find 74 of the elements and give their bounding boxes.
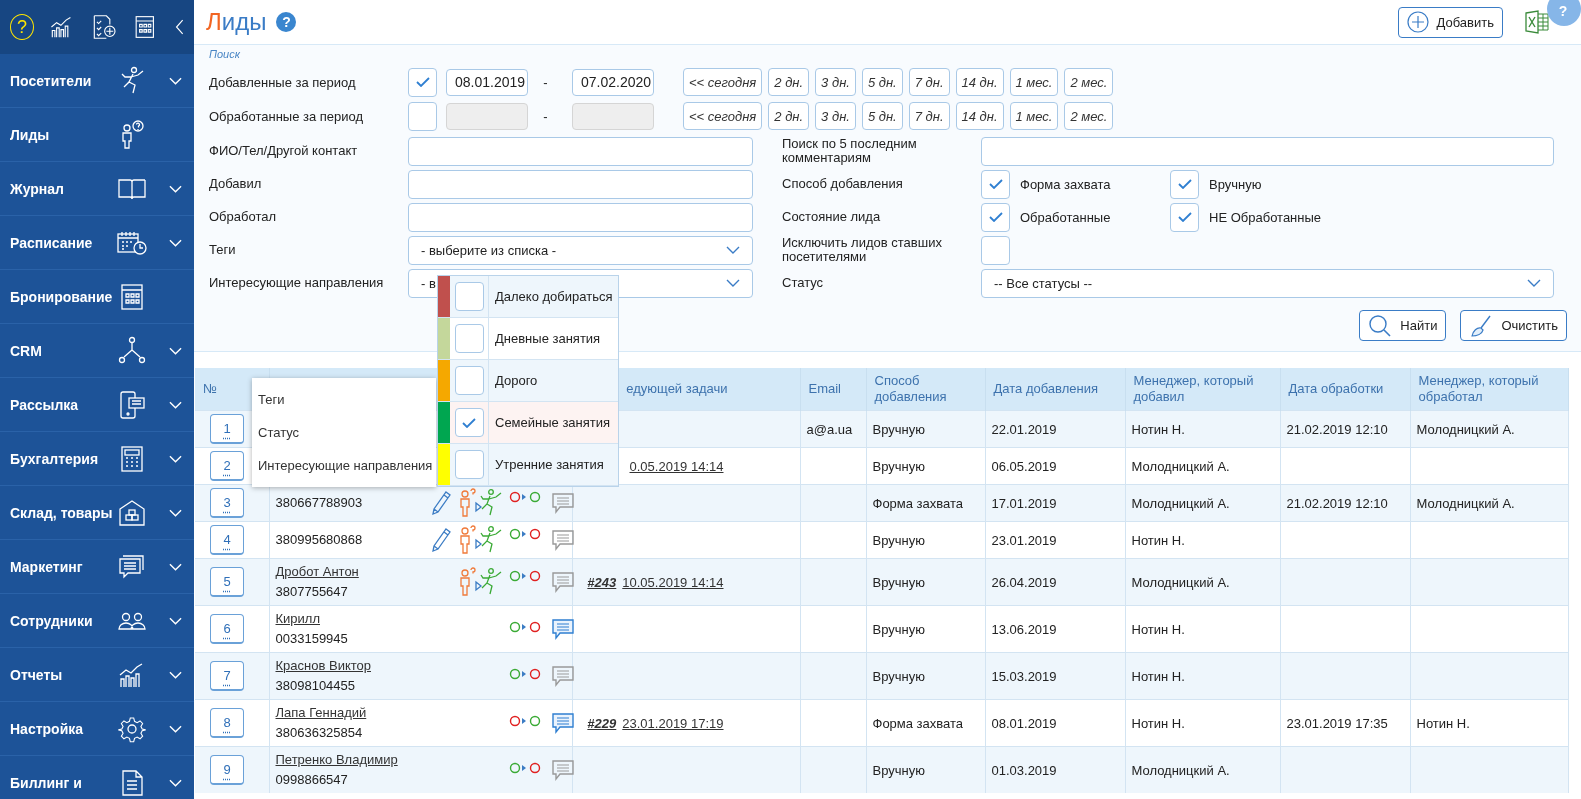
page-title: Лиды [206, 8, 267, 36]
table-cell: 23.01.2019 [991, 532, 1057, 548]
field-label: Состояние лида [782, 209, 882, 225]
table-cell: Молодницкий А. [1416, 495, 1515, 511]
table-cell: Нотин Н. [1131, 715, 1185, 731]
field-label: Теги [209, 242, 237, 258]
table-cell: 22.01.2019 [991, 421, 1057, 437]
table-cell: Молодницкий А. [1131, 574, 1230, 590]
table-cell: 26.04.2019 [991, 574, 1057, 590]
field-label: Способ добавления [782, 176, 904, 192]
table-cell: Молодницкий А. [1416, 421, 1515, 437]
option-label: Семейные занятия [494, 414, 611, 432]
option-label: Далеко добираться [494, 288, 613, 306]
table-cell: Молодницкий А. [1131, 495, 1230, 511]
table-cell: 13.06.2019 [991, 621, 1057, 637]
column-header: Email [808, 381, 841, 396]
table-cell: 17.01.2019 [991, 495, 1057, 511]
column-header: Дата обработки [1288, 381, 1384, 396]
table-cell: Нотин Н. [1131, 668, 1185, 684]
table-cell: Вручную [872, 574, 925, 590]
phone-number: 38098104455 [275, 677, 357, 695]
option-label: Утренние занятия [494, 456, 604, 474]
phone-number: 380667788903 [275, 494, 364, 512]
panel-title: Поиск [209, 48, 241, 62]
table-cell: 01.03.2019 [991, 762, 1057, 778]
table-cell: Форма захвата [872, 495, 964, 511]
checkbox-label: НЕ Обработанные [1209, 209, 1322, 225]
field-label: Добавил [209, 176, 263, 192]
field-label: ФИО/Тел/Другой контакт [209, 143, 359, 159]
phone-number: 3807755647 [275, 583, 349, 601]
table-cell: 08.01.2019 [991, 715, 1057, 731]
table-cell: Вручную [872, 532, 925, 548]
checkbox-label: Вручную [1209, 176, 1262, 192]
column-header: едующей задачи [626, 381, 728, 396]
field-label: Исключить лидов ставших посетителями [782, 235, 943, 265]
table-cell: Форма захвата [872, 715, 964, 731]
field-label: Добавленные за период [209, 74, 357, 90]
table-cell: Молодницкий А. [1131, 762, 1230, 778]
table-cell: Вручную [872, 762, 925, 778]
table-cell: Вручную [872, 621, 925, 637]
table-cell: a@a.ua [806, 421, 853, 437]
checkbox-label: Обработанные [1020, 209, 1111, 225]
dash: - [542, 74, 549, 90]
field-label: Интересующие направления [209, 275, 385, 291]
table-cell: Вручную [872, 668, 925, 684]
table-cell: Молодницкий А. [1131, 458, 1230, 474]
table-cell: 23.01.2019 17:35 [1286, 715, 1388, 731]
column-header: Менеджер, который добавил [1133, 373, 1254, 404]
phone-number: 0998866547 [275, 771, 349, 789]
option-label: Дневные занятия [494, 330, 601, 348]
table-cell: Нотин Н. [1416, 715, 1470, 731]
table-cell: Нотин Н. [1131, 421, 1185, 437]
table-cell: 06.05.2019 [991, 458, 1057, 474]
option-label: Дорого [494, 372, 538, 390]
table-cell: Вручную [872, 421, 925, 437]
column-header: Дата добавления [993, 381, 1098, 396]
checkbox-label: Форма захвата [1020, 176, 1111, 192]
table-cell: Вручную [872, 458, 925, 474]
column-header: № [203, 381, 217, 396]
phone-number: 380636325854 [275, 724, 364, 742]
table-cell: 15.03.2019 [991, 668, 1057, 684]
field-label: Обработал [209, 209, 278, 225]
dash: - [542, 108, 549, 124]
field-label: Статус [782, 275, 825, 291]
table-cell: 21.02.2019 12:10 [1286, 421, 1388, 437]
column-header: Способ добавления [874, 373, 947, 404]
field-label: Обработанные за период [209, 108, 365, 124]
column-header: Менеджер, который обработал [1418, 373, 1539, 404]
table-cell: 21.02.2019 12:10 [1286, 495, 1388, 511]
table-cell: Нотин Н. [1131, 532, 1185, 548]
phone-number: 0033159945 [275, 630, 349, 648]
field-label: Поиск по 5 последним комментариям [782, 136, 918, 166]
phone-number: 380995680868 [275, 531, 364, 549]
table-cell: Нотин Н. [1131, 621, 1185, 637]
